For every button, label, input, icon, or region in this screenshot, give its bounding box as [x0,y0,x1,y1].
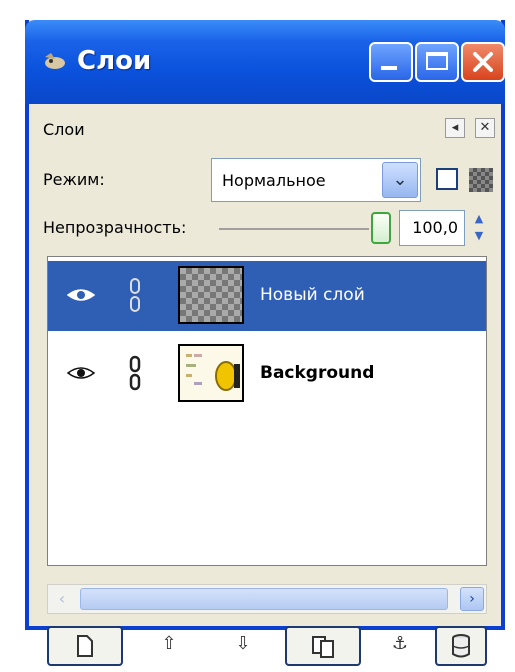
layer-name[interactable]: Новый слой [260,285,365,305]
eye-icon[interactable] [66,285,96,305]
opacity-label: Непрозрачность: [43,218,187,237]
spin-down-icon[interactable]: ▼ [469,227,489,244]
close-tab-button[interactable]: ✕ [475,118,495,138]
anchor-layer-icon: ⚓ [391,633,409,654]
eye-icon[interactable] [66,363,96,383]
gimp-icon [45,53,65,69]
layers-list: Новый слой Background [47,256,487,566]
lower-layer-button[interactable]: ⇩ [213,626,273,666]
lower-layer-icon: ⇩ [235,633,251,654]
layers-toolbar: ⇧ ⇩ ⚓ [47,626,487,668]
layer-name[interactable]: Background [260,363,374,383]
transparency-icon [469,168,493,192]
layer-thumbnail [178,266,244,324]
dialog-content: Слои ◂ ✕ Режим: Нормальное ⌄ Непрозрачно… [29,104,501,666]
chain-icon[interactable] [128,355,142,391]
close-window-button[interactable] [461,42,505,82]
scroll-left-icon[interactable]: ‹ [50,587,74,611]
keep-transparency-checkbox[interactable] [436,168,458,190]
opacity-slider-track[interactable] [219,228,369,230]
delete-layer-icon [452,634,470,658]
close-icon [473,52,493,72]
layer-thumbnail [178,344,244,402]
title-bar[interactable]: Слои [25,20,505,104]
raise-layer-icon: ⇧ [161,633,177,654]
minimize-button[interactable] [369,42,413,82]
layer-row[interactable]: Background [48,339,486,409]
spin-up-icon[interactable]: ▲ [469,210,489,227]
layer-row[interactable]: Новый слой [48,261,486,331]
maximize-button[interactable] [415,42,459,82]
opacity-spin-buttons[interactable]: ▲ ▼ [469,210,489,246]
opacity-input[interactable]: 100,0 [399,210,465,246]
delete-layer-button[interactable] [435,626,487,666]
anchor-layer-button[interactable]: ⚓ [375,626,425,666]
chevron-down-icon[interactable]: ⌄ [382,162,418,198]
mode-label: Режим: [43,170,105,189]
panel-tab-label: Слои [43,120,85,139]
duplicate-layer-button[interactable] [285,626,361,666]
tab-menu-button[interactable]: ◂ [445,118,465,138]
scrollbar-thumb[interactable] [80,588,448,610]
new-layer-button[interactable] [47,626,123,666]
scroll-right-icon[interactable]: › [460,587,484,611]
close-tab-icon: ✕ [479,120,491,135]
duplicate-layer-icon [312,636,334,658]
raise-layer-button[interactable]: ⇧ [139,626,199,666]
chain-icon[interactable] [128,277,142,313]
layers-dialog-window: Слои Слои ◂ ✕ Режим: Нормальное ⌄ Непроз… [25,20,505,666]
new-layer-icon [77,635,93,657]
mode-select-value: Нормальное [222,171,326,190]
tab-menu-icon: ◂ [451,120,459,135]
horizontal-scrollbar[interactable]: ‹ › [47,584,487,614]
maximize-icon [426,52,448,70]
mode-select[interactable]: Нормальное ⌄ [211,158,421,202]
minimize-icon [381,66,397,70]
background-thumbnail-art [186,354,240,391]
window-title: Слои [77,46,152,76]
opacity-slider-handle[interactable] [371,212,391,244]
